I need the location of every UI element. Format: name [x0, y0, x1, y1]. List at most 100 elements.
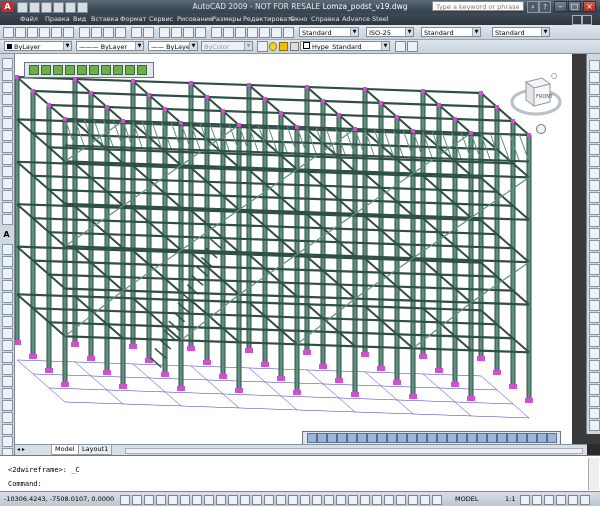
- modify-tool-3-icon[interactable]: [589, 84, 600, 95]
- status-toggle-21-icon[interactable]: [360, 495, 370, 505]
- menu-advance-steel[interactable]: Advance Steel: [342, 13, 389, 25]
- modify-tool-8-icon[interactable]: [589, 144, 600, 155]
- view-tool-2-icon[interactable]: [317, 433, 327, 443]
- color-select[interactable]: ByLayer ▼: [4, 41, 72, 51]
- view-tool-18-icon[interactable]: [477, 433, 487, 443]
- plot-style-select[interactable]: ByColor ▼: [201, 41, 253, 51]
- menu-help[interactable]: Справка: [311, 13, 340, 25]
- steel-tool-8-icon[interactable]: [113, 65, 123, 75]
- status-toggle-27-icon[interactable]: [432, 495, 442, 505]
- draw-tool-18-icon[interactable]: [2, 280, 13, 291]
- properties-icon[interactable]: [211, 27, 222, 38]
- modify-tool-9-icon[interactable]: [589, 156, 600, 167]
- status-toggle-15-icon[interactable]: [288, 495, 298, 505]
- view-tool-14-icon[interactable]: [437, 433, 447, 443]
- draw-tool-8-icon[interactable]: [2, 142, 13, 153]
- draw-tool-20-icon[interactable]: [2, 304, 13, 315]
- search-input[interactable]: Type a keyword or phrase: [432, 1, 524, 11]
- view-tool-19-icon[interactable]: [487, 433, 497, 443]
- modify-tool-4-icon[interactable]: [589, 96, 600, 107]
- layer-lock-icon[interactable]: [290, 42, 299, 51]
- undo-tb-icon[interactable]: [131, 27, 142, 38]
- draw-tool-2-icon[interactable]: [2, 70, 13, 81]
- lineweight-select[interactable]: —— ByLayer ▼: [148, 41, 198, 51]
- status-toggle-25-icon[interactable]: [408, 495, 418, 505]
- status-toggle-1-icon[interactable]: [120, 495, 130, 505]
- pan-icon[interactable]: [159, 27, 170, 38]
- draw-tool-10-icon[interactable]: [2, 166, 13, 177]
- command-prompt[interactable]: Command:: [8, 480, 42, 488]
- cut-icon[interactable]: [79, 27, 90, 38]
- quickcalc-icon[interactable]: [271, 27, 282, 38]
- steel-tool-5-icon[interactable]: [77, 65, 87, 75]
- draw-tool-25-icon[interactable]: [2, 364, 13, 375]
- print-icon[interactable]: [39, 27, 50, 38]
- status-toggle-19-icon[interactable]: [336, 495, 346, 505]
- draw-tool-15-icon[interactable]: [2, 244, 13, 255]
- status-toggle-9-icon[interactable]: [216, 495, 226, 505]
- drawing-viewport[interactable]: [15, 54, 572, 444]
- layer-on-icon[interactable]: [269, 42, 277, 51]
- draw-tool-22-icon[interactable]: [2, 328, 13, 339]
- modify-tool-26-icon[interactable]: [589, 360, 600, 371]
- menu-view[interactable]: Вид: [73, 13, 86, 25]
- steel-tool-4-icon[interactable]: [65, 65, 75, 75]
- status-tray-1-icon[interactable]: [520, 495, 530, 505]
- steel-tool-10-icon[interactable]: [137, 65, 147, 75]
- view-tool-24-icon[interactable]: [537, 433, 547, 443]
- status-toggle-12-icon[interactable]: [252, 495, 262, 505]
- tool-palettes-icon[interactable]: [235, 27, 246, 38]
- text-tool-icon[interactable]: A: [2, 230, 11, 239]
- design-center-icon[interactable]: [223, 27, 234, 38]
- menu-insert[interactable]: Вставка: [91, 13, 119, 25]
- close-button[interactable]: ×: [583, 1, 596, 12]
- steel-tool-3-icon[interactable]: [53, 65, 63, 75]
- status-toggle-16-icon[interactable]: [300, 495, 310, 505]
- view-tool-17-icon[interactable]: [467, 433, 477, 443]
- draw-tool-12-icon[interactable]: [2, 190, 13, 201]
- view-tool-13-icon[interactable]: [427, 433, 437, 443]
- modify-tool-16-icon[interactable]: [589, 240, 600, 251]
- view-tool-4-icon[interactable]: [337, 433, 347, 443]
- modify-tool-6-icon[interactable]: [589, 120, 600, 131]
- status-toggle-17-icon[interactable]: [312, 495, 322, 505]
- status-tray-3-icon[interactable]: [544, 495, 554, 505]
- modify-tool-25-icon[interactable]: [589, 348, 600, 359]
- status-tray-6-icon[interactable]: [580, 495, 590, 505]
- status-toggle-2-icon[interactable]: [132, 495, 142, 505]
- modify-tool-23-icon[interactable]: [589, 324, 600, 335]
- modify-tool-15-icon[interactable]: [589, 228, 600, 239]
- draw-tool-9-icon[interactable]: [2, 154, 13, 165]
- annotation-scale[interactable]: 1:1: [505, 495, 515, 503]
- layer-properties-icon[interactable]: [257, 41, 268, 52]
- zoom-previous-icon[interactable]: [195, 27, 206, 38]
- doc-close-icon[interactable]: [582, 15, 592, 25]
- menu-modify[interactable]: Редактировать: [243, 13, 295, 25]
- modify-tool-18-icon[interactable]: [589, 264, 600, 275]
- text-style-select[interactable]: Standard ▼: [299, 27, 359, 37]
- menu-tools[interactable]: Сервис: [149, 13, 173, 25]
- draw-tool-31-icon[interactable]: [2, 436, 13, 447]
- menu-dimension[interactable]: Размеры: [212, 13, 242, 25]
- doc-minimize-icon[interactable]: [572, 15, 582, 25]
- draw-tool-4-icon[interactable]: [2, 94, 13, 105]
- draw-tool-5-icon[interactable]: [2, 106, 13, 117]
- status-toggle-24-icon[interactable]: [396, 495, 406, 505]
- modify-tool-5-icon[interactable]: [589, 108, 600, 119]
- command-window[interactable]: <2dwireframe>: _C Command:: [0, 455, 600, 492]
- search-icon[interactable]: ⌕: [527, 1, 539, 13]
- modify-tool-11-icon[interactable]: [589, 180, 600, 191]
- modify-tool-30-icon[interactable]: [589, 408, 600, 419]
- view-tool-25-icon[interactable]: [547, 433, 557, 443]
- view-tool-21-icon[interactable]: [507, 433, 517, 443]
- status-toggle-22-icon[interactable]: [372, 495, 382, 505]
- draw-tool-28-icon[interactable]: [2, 400, 13, 411]
- status-toggle-26-icon[interactable]: [420, 495, 430, 505]
- status-toggle-11-icon[interactable]: [240, 495, 250, 505]
- steel-tool-6-icon[interactable]: [89, 65, 99, 75]
- match-prop-icon[interactable]: [115, 27, 126, 38]
- modify-tool-20-icon[interactable]: [589, 288, 600, 299]
- layer-previous-icon[interactable]: [407, 41, 418, 52]
- paste-icon[interactable]: [103, 27, 114, 38]
- draw-tool-27-icon[interactable]: [2, 388, 13, 399]
